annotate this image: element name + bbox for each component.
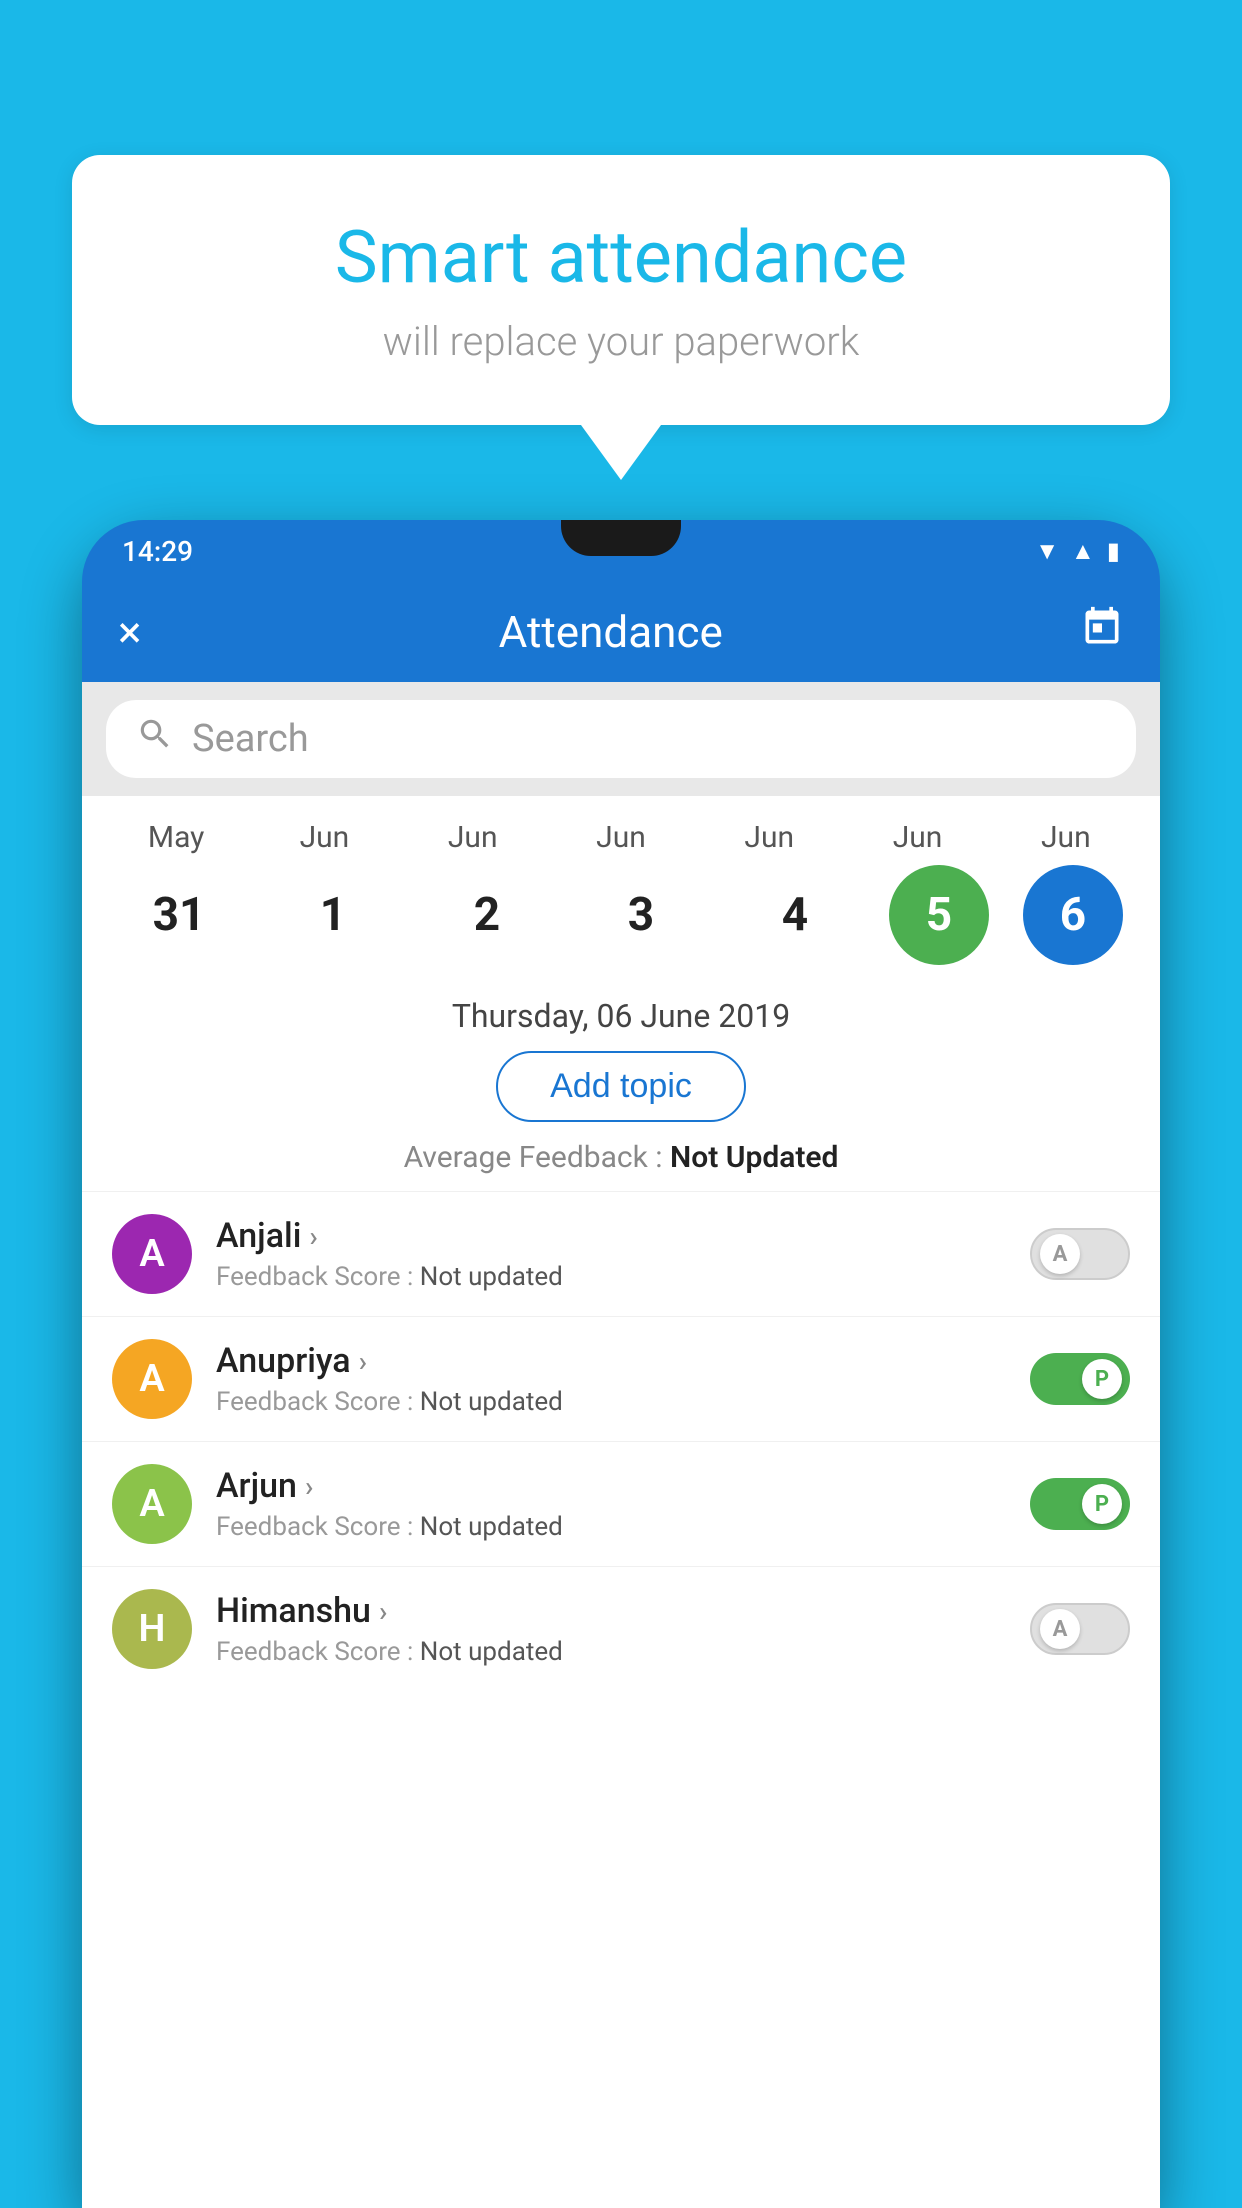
bubble-subtitle: will replace your paperwork (132, 318, 1110, 365)
avg-feedback-label: Average Feedback : (404, 1140, 663, 1175)
speech-bubble-tail (581, 425, 661, 480)
avg-feedback: Average Feedback : Not Updated (82, 1140, 1160, 1191)
month-6: Jun (1006, 820, 1126, 855)
date-6-selected[interactable]: 6 (1023, 865, 1123, 965)
student-info-himanshu: Himanshu › Feedback Score : Not updated (216, 1591, 1006, 1667)
date-1[interactable]: 1 (273, 865, 393, 965)
calendar-button[interactable] (1080, 605, 1124, 660)
phone-frame: 14:29 ▼ ▲ ▮ × Attendance Search (82, 520, 1160, 2208)
student-info-anupriya: Anupriya › Feedback Score : Not updated (216, 1341, 1006, 1417)
student-item-arjun[interactable]: A Arjun › Feedback Score : Not updated P (82, 1441, 1160, 1566)
battery-icon: ▮ (1107, 537, 1120, 565)
attendance-toggle-arjun[interactable]: P (1030, 1478, 1130, 1530)
date-2[interactable]: 2 (427, 865, 547, 965)
toggle-knob-anupriya: P (1082, 1359, 1122, 1399)
avatar-anupriya: A (112, 1339, 192, 1419)
month-3: Jun (561, 820, 681, 855)
month-5: Jun (858, 820, 978, 855)
student-item-himanshu[interactable]: H Himanshu › Feedback Score : Not update… (82, 1566, 1160, 1691)
avatar-himanshu: H (112, 1589, 192, 1669)
toggle-knob-arjun: P (1082, 1484, 1122, 1524)
student-item-anjali[interactable]: A Anjali › Feedback Score : Not updated … (82, 1191, 1160, 1316)
student-score-anjali: Feedback Score : Not updated (216, 1262, 1006, 1292)
toggle-knob-himanshu: A (1040, 1609, 1080, 1649)
signal-icon: ▲ (1071, 537, 1095, 566)
student-score-arjun: Feedback Score : Not updated (216, 1512, 1006, 1542)
status-bar: 14:29 ▼ ▲ ▮ (82, 520, 1160, 582)
add-topic-button[interactable]: Add topic (496, 1051, 746, 1122)
student-score-himanshu: Feedback Score : Not updated (216, 1637, 1006, 1667)
avatar-anjali: A (112, 1214, 192, 1294)
date-5-today[interactable]: 5 (889, 865, 989, 965)
date-3[interactable]: 3 (581, 865, 701, 965)
chevron-icon: › (305, 1470, 313, 1503)
student-list: A Anjali › Feedback Score : Not updated … (82, 1191, 1160, 1691)
student-info-anjali: Anjali › Feedback Score : Not updated (216, 1216, 1006, 1292)
toggle-anjali[interactable]: A (1030, 1228, 1130, 1280)
search-icon (136, 715, 174, 763)
toggle-himanshu[interactable]: A (1030, 1603, 1130, 1655)
date-4[interactable]: 4 (735, 865, 855, 965)
calendar-months-row: May Jun Jun Jun Jun Jun Jun (82, 820, 1160, 855)
toggle-arjun[interactable]: P (1030, 1478, 1130, 1530)
student-name-arjun[interactable]: Arjun › (216, 1466, 1006, 1506)
status-icons: ▼ ▲ ▮ (1035, 537, 1120, 566)
notch (561, 520, 681, 556)
attendance-toggle-anjali[interactable]: A (1030, 1228, 1130, 1280)
student-score-anupriya: Feedback Score : Not updated (216, 1387, 1006, 1417)
wifi-icon: ▼ (1035, 537, 1059, 566)
attendance-toggle-anupriya[interactable]: P (1030, 1353, 1130, 1405)
avatar-arjun: A (112, 1464, 192, 1544)
avg-feedback-value: Not Updated (670, 1140, 838, 1175)
toggle-knob-anjali: A (1040, 1234, 1080, 1274)
screen-content: Search May Jun Jun Jun Jun Jun Jun 31 1 … (82, 682, 1160, 2208)
month-1: Jun (264, 820, 384, 855)
student-name-himanshu[interactable]: Himanshu › (216, 1591, 1006, 1631)
chevron-icon: › (379, 1595, 387, 1628)
bubble-title: Smart attendance (132, 215, 1110, 300)
toggle-anupriya[interactable]: P (1030, 1353, 1130, 1405)
chevron-icon: › (359, 1345, 367, 1378)
calendar-dates-row[interactable]: 31 1 2 3 4 5 6 (82, 855, 1160, 985)
app-title: Attendance (499, 606, 723, 658)
month-2: Jun (413, 820, 533, 855)
speech-bubble-container: Smart attendance will replace your paper… (72, 155, 1170, 480)
search-bar[interactable]: Search (106, 700, 1136, 778)
status-time: 14:29 (122, 535, 193, 568)
search-placeholder: Search (192, 717, 309, 761)
app-bar: × Attendance (82, 582, 1160, 682)
calendar-strip[interactable]: May Jun Jun Jun Jun Jun Jun 31 1 2 3 4 5… (82, 796, 1160, 985)
month-4: Jun (709, 820, 829, 855)
close-button[interactable]: × (118, 606, 141, 658)
selected-date-label: Thursday, 06 June 2019 (82, 985, 1160, 1051)
date-0[interactable]: 31 (119, 865, 239, 965)
student-item-anupriya[interactable]: A Anupriya › Feedback Score : Not update… (82, 1316, 1160, 1441)
speech-bubble: Smart attendance will replace your paper… (72, 155, 1170, 425)
student-name-anupriya[interactable]: Anupriya › (216, 1341, 1006, 1381)
student-name-anjali[interactable]: Anjali › (216, 1216, 1006, 1256)
student-info-arjun: Arjun › Feedback Score : Not updated (216, 1466, 1006, 1542)
search-bar-container: Search (82, 682, 1160, 796)
chevron-icon: › (309, 1220, 317, 1253)
month-0: May (116, 820, 236, 855)
attendance-toggle-himanshu[interactable]: A (1030, 1603, 1130, 1655)
